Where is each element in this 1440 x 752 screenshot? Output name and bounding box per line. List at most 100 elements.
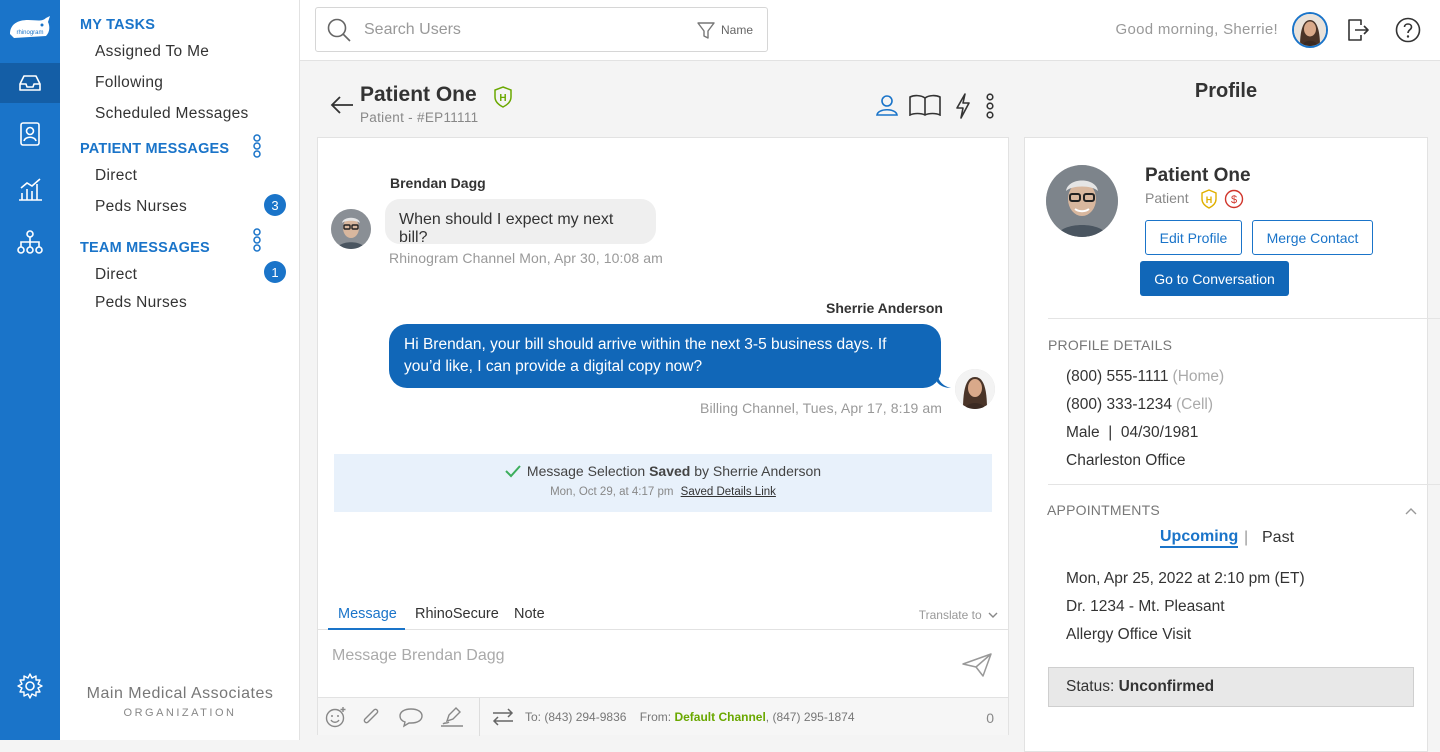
from-number: , (847) 295-1874 [765,710,855,724]
rail-org-chart[interactable] [0,222,60,262]
edit-profile-button[interactable]: Edit Profile [1145,220,1242,255]
divider [1048,484,1440,485]
conversation-panel: Brendan Dagg When should I expect my nex… [317,137,1009,736]
from-label: From: [639,710,672,724]
message-input[interactable] [332,647,932,677]
appointment-date: Mon, Apr 25, 2022 at 2:10 pm (ET) [1066,570,1305,587]
lightning-icon[interactable] [955,93,971,119]
profile-panel-title: Profile [1194,80,1258,102]
sidebar-item-assigned-to-me[interactable]: Assigned To Me [95,43,209,61]
message-sender: Brendan Dagg [390,175,486,191]
tab-rhinosecure[interactable]: RhinoSecure [415,606,499,628]
appointments-header: APPOINTMENTS [1047,502,1160,518]
logout-icon[interactable] [1346,17,1370,43]
analytics-icon [19,178,42,201]
rail-contacts[interactable] [0,114,60,154]
incoming-message-bubble: When should I expect my next bill? [385,199,656,246]
filter-icon[interactable] [696,20,716,40]
patient-messages-options-icon[interactable] [252,134,262,158]
tab-separator: | [1244,529,1249,546]
search-box: Name [315,7,768,52]
profile-avatar [1046,165,1118,237]
character-count: 0 [986,710,994,726]
saved-selection-notice: Message Selection Saved by Sherrie Ander… [334,454,992,512]
send-icon[interactable] [962,653,992,677]
conversation-header: Patient One Patient - #EP11111 H [317,70,1009,136]
hipaa-shield-icon: H [1201,189,1217,209]
merge-contact-button[interactable]: Merge Contact [1252,220,1373,255]
back-arrow-icon[interactable] [329,94,355,116]
team-messages-options-icon[interactable] [252,228,262,252]
conversation-title: Patient One [360,83,477,106]
billing-dollar-icon: $ [1224,189,1244,209]
divider [1048,318,1440,319]
signature-pen-icon[interactable] [439,706,465,728]
chevron-up-icon[interactable] [1405,507,1417,515]
sidebar: MY TASKS Assigned To Me Following Schedu… [60,0,300,740]
toolbar-divider [479,698,480,736]
svg-text:$: $ [1231,194,1237,206]
unread-count-badge: 1 [264,261,286,283]
message-routing: To: (843) 294-9836 From: Default Channel… [525,710,855,724]
saved-notice-meta: Mon, Oct 29, at 4:17 pm Saved Details Li… [334,486,992,498]
contact-avatar [331,209,371,249]
sidebar-item-team-direct[interactable]: Direct [95,266,137,284]
swap-channel-icon[interactable] [491,706,515,728]
contacts-icon [20,122,40,146]
rail-inbox[interactable] [0,63,60,103]
patient-messages-header: PATIENT MESSAGES [80,141,230,157]
nav-rail: rhinogram [0,0,60,740]
rail-settings[interactable] [0,666,60,706]
profile-details-header: PROFILE DETAILS [1048,337,1173,353]
office-location: Charleston Office [1066,452,1186,469]
bubble-tail [937,374,951,388]
tab-message[interactable]: Message [328,606,405,630]
unread-count-badge: 3 [264,194,286,216]
sidebar-item-team-peds-nurses[interactable]: Peds Nurses [95,294,187,312]
appointment-status: Status: Unconfirmed [1048,667,1414,707]
status-value: Unconfirmed [1118,678,1215,695]
help-icon[interactable] [1395,17,1421,43]
saved-notice-text: Message Selection Saved by Sherrie Ander… [334,463,992,479]
agent-avatar [955,369,995,409]
profile-icon[interactable] [875,93,899,117]
top-bar: Name Good morning, Sherrie! [300,0,1440,61]
attachment-icon[interactable] [360,706,382,728]
profile-name: Patient One [1145,165,1251,186]
translate-label: Translate to [918,608,982,622]
composer-toolbar: To: (843) 294-9836 From: Default Channel… [318,697,1008,736]
logo-wordmark: rhinogram [16,30,43,36]
my-tasks-header: MY TASKS [80,17,156,33]
status-label: Status: [1066,678,1115,695]
app-root: rhinogram MY TASKS Assigned To Me Follow… [0,0,1440,752]
search-icon [327,18,351,42]
gear-icon [17,673,43,699]
phone-home: (800) 555-1111 (Home) [1066,368,1225,385]
demographics: Male | 04/30/1981 [1066,424,1199,441]
sidebar-item-scheduled-messages[interactable]: Scheduled Messages [95,105,249,123]
go-to-conversation-button[interactable]: Go to Conversation [1140,261,1289,296]
search-input[interactable] [364,18,684,42]
library-book-icon[interactable] [909,94,941,116]
sidebar-item-patient-direct[interactable]: Direct [95,167,137,185]
saved-details-link[interactable]: Saved Details Link [681,486,776,498]
tab-past[interactable]: Past [1262,529,1294,547]
from-channel[interactable]: Default Channel [674,710,765,724]
phone-cell: (800) 333-1234 (Cell) [1066,396,1214,413]
tab-note[interactable]: Note [514,606,545,628]
sidebar-item-patient-peds-nurses[interactable]: Peds Nurses [95,198,187,216]
organization-name: Main Medical Associates [86,685,274,702]
translate-dropdown[interactable]: Translate to [919,608,998,622]
tab-upcoming[interactable]: Upcoming [1160,528,1239,548]
more-options-icon[interactable] [985,93,995,119]
message-sender: Sherrie Anderson [826,300,943,316]
emoji-icon[interactable] [325,706,347,728]
chat-template-icon[interactable] [398,706,424,728]
inbox-icon [19,75,41,91]
rail-analytics[interactable] [0,169,60,209]
outgoing-message-bubble: Hi Brendan, your bill should arrive with… [389,324,941,388]
search-filter-label[interactable]: Name [721,23,753,37]
rhinogram-logo[interactable]: rhinogram [6,12,54,46]
user-avatar[interactable] [1292,12,1328,48]
sidebar-item-following[interactable]: Following [95,74,163,92]
